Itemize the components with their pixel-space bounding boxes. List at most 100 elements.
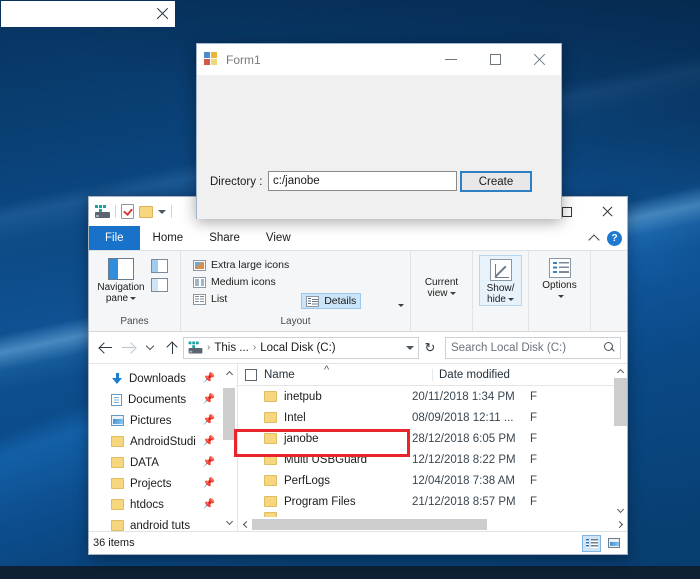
layout-more-caret-icon[interactable] xyxy=(398,304,404,307)
navigation-pane-scrollbar[interactable] xyxy=(223,366,235,529)
customize-caret-icon[interactable] xyxy=(158,209,166,214)
file-name-cell[interactable]: Program Files xyxy=(238,496,406,508)
layout-details[interactable]: Details xyxy=(301,293,362,309)
file-name-cell[interactable]: inetpub xyxy=(238,391,406,403)
sidebar-item-androidstudio[interactable]: AndroidStudi 📌 xyxy=(89,431,237,452)
drive-icon[interactable] xyxy=(95,205,110,218)
back-button[interactable] xyxy=(95,337,117,359)
dialog-titlebar[interactable] xyxy=(1,1,175,27)
show-hide-button[interactable]: Show/ hide xyxy=(479,255,522,306)
breadcrumb-this-pc[interactable]: This ... xyxy=(214,342,249,354)
sidebar-item-htdocs[interactable]: htdocs 📌 xyxy=(89,494,237,515)
column-header-date-modified[interactable]: Date modified xyxy=(432,368,550,381)
sidebar-item-downloads[interactable]: Downloads 📌 xyxy=(89,368,237,389)
preview-pane-icon[interactable] xyxy=(151,259,168,273)
sidebar-item-documents[interactable]: Documents 📌 xyxy=(89,389,237,410)
search-input[interactable]: Search Local Disk (C:) xyxy=(445,336,621,359)
tab-home[interactable]: Home xyxy=(140,226,197,250)
dialog-close-icon[interactable] xyxy=(155,6,169,20)
recent-locations-button[interactable] xyxy=(139,337,161,359)
pin-icon[interactable]: 📌 xyxy=(203,457,215,468)
new-folder-icon[interactable] xyxy=(139,205,153,218)
select-all-checkbox[interactable] xyxy=(238,368,264,381)
show-hide-caret-icon[interactable] xyxy=(507,297,514,301)
layout-extra-large-icons[interactable]: Extra large icons xyxy=(189,257,293,273)
horizontal-scrollbar-thumb[interactable] xyxy=(252,518,487,530)
explorer-ribbon-tabs[interactable]: File Home Share View ? xyxy=(89,226,627,250)
layout-list[interactable]: List xyxy=(189,291,293,307)
form1-window-controls[interactable] xyxy=(429,44,561,75)
up-button[interactable] xyxy=(161,337,183,359)
navigation-pane[interactable]: Downloads 📌 Documents 📌 Pictures 📌 Andro… xyxy=(89,364,237,531)
taskbar[interactable] xyxy=(0,566,700,579)
layout-option-list[interactable]: Extra large icons Medium icons List xyxy=(189,255,293,307)
collapse-ribbon-icon[interactable] xyxy=(588,233,600,246)
tab-share[interactable]: Share xyxy=(196,226,253,250)
scroll-left-button[interactable] xyxy=(238,517,252,531)
view-toggle-group[interactable] xyxy=(582,534,623,552)
pin-icon[interactable]: 📌 xyxy=(203,436,215,447)
table-row[interactable]: Intel 08/09/2018 12:11 ... F xyxy=(238,407,627,428)
create-button[interactable]: Create xyxy=(460,171,532,192)
table-row[interactable]: Program Files 21/12/2018 8:57 PM F xyxy=(238,491,627,512)
properties-icon[interactable] xyxy=(121,204,134,219)
refresh-button[interactable]: ↻ xyxy=(419,337,441,359)
scroll-up-button[interactable] xyxy=(223,366,235,380)
sidebar-item-projects[interactable]: Projects 📌 xyxy=(89,473,237,494)
breadcrumb-local-disk[interactable]: Local Disk (C:) xyxy=(260,342,335,354)
quick-access-toolbar[interactable] xyxy=(95,204,172,219)
sidebar-item-pictures[interactable]: Pictures 📌 xyxy=(89,410,237,431)
explorer-close-button[interactable] xyxy=(587,197,627,226)
form1-minimize-button[interactable] xyxy=(429,44,473,75)
chevron-down-icon[interactable] xyxy=(130,296,137,300)
file-name-cell[interactable]: PerfLogs xyxy=(238,475,406,487)
file-list-pane[interactable]: Name ^ Date modified inetpub 20/11/2018 … xyxy=(237,364,627,531)
column-headers[interactable]: Name ^ Date modified xyxy=(238,364,627,386)
scrollbar-thumb[interactable] xyxy=(223,388,235,440)
navigation-pane-button[interactable]: Navigation pane xyxy=(95,255,147,304)
directory-input[interactable]: c:/janobe xyxy=(268,171,457,191)
layout-medium-icons[interactable]: Medium icons xyxy=(189,274,293,290)
help-icon[interactable]: ? xyxy=(607,230,622,246)
form1-close-button[interactable] xyxy=(517,44,561,75)
layout-option-list-2[interactable]: Details xyxy=(301,255,362,309)
breadcrumb-caret-icon[interactable] xyxy=(406,345,414,350)
tab-file[interactable]: File xyxy=(89,226,140,250)
table-row[interactable]: PerfLogs 12/04/2018 7:38 AM F xyxy=(238,470,627,491)
form1-titlebar[interactable]: Form1 xyxy=(197,44,561,75)
tab-view[interactable]: View xyxy=(253,226,304,250)
scroll-right-button[interactable] xyxy=(613,517,627,531)
scroll-down-button[interactable] xyxy=(223,515,235,529)
form1-maximize-button[interactable] xyxy=(473,44,517,75)
column-header-name[interactable]: Name ^ xyxy=(264,364,432,381)
table-row[interactable]: inetpub 20/11/2018 1:34 PM F xyxy=(238,386,627,407)
file-name-cell[interactable]: Multi USBGuard xyxy=(238,454,406,466)
current-view-caret-icon[interactable] xyxy=(449,291,456,295)
form1-window[interactable]: Form1 Directory : c:/janobe Create xyxy=(196,43,562,219)
details-view-button[interactable] xyxy=(582,534,601,552)
ribbon-tab-right-controls[interactable]: ? xyxy=(588,226,622,250)
sidebar-item-android-tuts[interactable]: android tuts xyxy=(89,515,237,531)
file-name-cell[interactable]: Intel xyxy=(238,412,406,424)
file-explorer-window[interactable]: File Home Share View ? Navigation pane P… xyxy=(88,196,628,555)
pin-icon[interactable]: 📌 xyxy=(203,415,215,426)
scrollbar-thumb[interactable] xyxy=(614,378,627,426)
file-list-horizontal-scrollbar[interactable] xyxy=(238,517,627,531)
pin-icon[interactable]: 📌 xyxy=(203,499,215,510)
explorer-ribbon[interactable]: Navigation pane Panes Extra large icons xyxy=(89,250,627,332)
pin-icon[interactable]: 📌 xyxy=(203,394,215,405)
current-view-button[interactable]: Current view xyxy=(417,255,466,299)
file-name-cell[interactable]: janobe xyxy=(238,433,406,445)
scroll-up-button[interactable] xyxy=(614,364,627,378)
pin-icon[interactable]: 📌 xyxy=(203,373,215,384)
options-button[interactable]: Options xyxy=(535,255,584,302)
table-row[interactable]: janobe 28/12/2018 6:05 PM F xyxy=(238,428,627,449)
large-icons-view-button[interactable] xyxy=(604,535,623,552)
pin-icon[interactable]: 📌 xyxy=(203,478,215,489)
table-row[interactable]: Multi USBGuard 12/12/2018 8:22 PM F xyxy=(238,449,627,470)
breadcrumb[interactable]: › This ... › Local Disk (C:) xyxy=(183,336,419,359)
scroll-down-button[interactable] xyxy=(614,503,627,517)
options-caret-icon[interactable] xyxy=(557,294,564,298)
explorer-address-bar[interactable]: › This ... › Local Disk (C:) ↻ Search Lo… xyxy=(89,332,627,363)
forward-button[interactable] xyxy=(117,337,139,359)
